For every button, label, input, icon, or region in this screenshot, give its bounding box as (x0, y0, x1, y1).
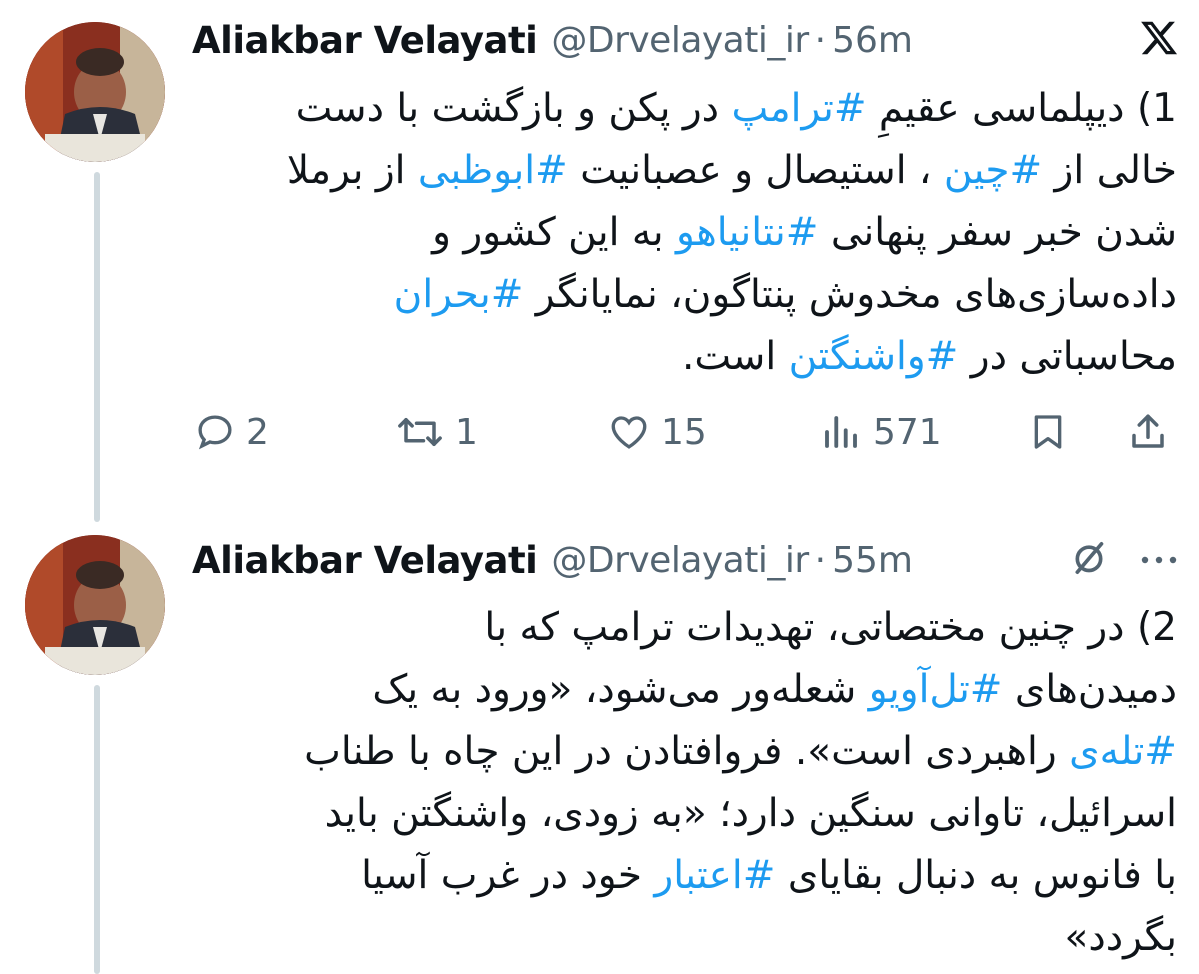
header-right (1069, 530, 1179, 590)
tweet-header: Aliakbar Velayati @Drvelayati_ir · 56m (192, 10, 1179, 70)
thread-connector-line (94, 172, 100, 522)
more-dots-icon[interactable] (1139, 551, 1179, 570)
text-segment: شدن خبر سفر پنهانی (818, 210, 1177, 255)
action-bar: 2 1 15 571 (192, 402, 1177, 462)
text-segment: خالی از (1042, 148, 1177, 193)
like-count: 15 (661, 411, 707, 453)
thread-connector-line-2 (94, 685, 100, 974)
share-upload-icon (1127, 410, 1169, 454)
text-segment: با فانوس به دنبال بقایای (775, 853, 1177, 898)
text-line: 1) دیپلماسی عقیمِ #ترامپ در پکن و بازگشت… (192, 78, 1177, 140)
text-line: با فانوس به دنبال بقایای #اعتبار خود در … (192, 845, 1177, 907)
view-count: 571 (873, 411, 942, 453)
share-button[interactable] (1127, 402, 1169, 462)
text-line: 2) در چنین مختصاتی، تهدیدات ترامپ که با (192, 597, 1177, 659)
text-segment: 1) دیپلماسی عقیمِ (866, 86, 1177, 131)
text-segment: ، استیصال و عصبانیت (567, 148, 944, 193)
hashtag-link[interactable]: #نتانیاهو (676, 210, 818, 255)
author-name[interactable]: Aliakbar Velayati (192, 19, 538, 62)
avatar-photo (25, 535, 165, 675)
text-segment: از برملا (286, 148, 418, 193)
author-handle[interactable]: @Drvelayati_ir (551, 20, 809, 61)
tweet-text: 2) در چنین مختصاتی، تهدیدات ترامپ که با د… (192, 597, 1177, 969)
tweet-header: Aliakbar Velayati @Drvelayati_ir · 55m (192, 530, 1179, 590)
text-segment: شعله‌ور می‌شود، «ورود به یک (372, 667, 869, 712)
author-handle[interactable]: @Drvelayati_ir (551, 540, 809, 581)
text-segment: است. (681, 334, 789, 379)
text-line: داده‌سازی‌های مخدوش پنتاگون، نمایانگر #ب… (192, 264, 1177, 326)
avatar[interactable] (25, 535, 165, 675)
hashtag-link[interactable]: #تله‌ی (1069, 729, 1177, 774)
repost-count: 1 (455, 411, 478, 453)
text-line: اسرائیل، تاوانی سنگین دارد؛ «به زودی، وا… (192, 783, 1177, 845)
repost-arrows-icon (395, 411, 445, 453)
hashtag-link[interactable]: #ترامپ (731, 86, 866, 131)
hashtag-link[interactable]: #ابوظبی (418, 148, 568, 193)
text-segment: راهبردی است». فروافتادن در این چاه با طن… (304, 729, 1070, 774)
separator-dot: · (814, 539, 827, 581)
text-segment: در پکن و بازگشت با دست (295, 86, 732, 131)
text-segment: محاسباتی در (958, 334, 1177, 379)
grok-slash-circle-icon[interactable] (1069, 538, 1109, 582)
timestamp[interactable]: 55m (832, 540, 913, 581)
text-segment: 2) در چنین مختصاتی، تهدیدات ترامپ که با (484, 605, 1177, 650)
reply-count: 2 (246, 411, 269, 453)
text-segment: اسرائیل، تاوانی سنگین دارد؛ «به زودی، وا… (324, 791, 1177, 836)
speech-bubble-icon (194, 411, 236, 453)
text-line: دمیدن‌های #تل‌آویو شعله‌ور می‌شود، «ورود… (192, 659, 1177, 721)
repost-button[interactable]: 1 (395, 402, 478, 462)
separator-dot: · (814, 19, 827, 61)
bar-chart-icon (819, 411, 863, 453)
text-line: #تله‌ی راهبردی است». فروافتادن در این چا… (192, 721, 1177, 783)
like-button[interactable]: 15 (607, 402, 707, 462)
heart-icon (607, 411, 651, 453)
avatar-photo (25, 22, 165, 162)
header-right (1139, 10, 1179, 70)
text-segment: دمیدن‌های (1002, 667, 1177, 712)
text-segment: داده‌سازی‌های مخدوش پنتاگون، نمایانگر (523, 272, 1177, 317)
hashtag-link[interactable]: #تل‌آویو (869, 667, 1003, 712)
text-line: بگردد» (192, 907, 1177, 969)
text-segment: به این کشور و (432, 210, 677, 255)
text-line: شدن خبر سفر پنهانی #نتانیاهو به این کشور… (192, 202, 1177, 264)
avatar[interactable] (25, 22, 165, 162)
text-segment: خود در غرب آسیا (361, 853, 655, 898)
hashtag-link[interactable]: #واشنگتن (789, 334, 959, 379)
timestamp[interactable]: 56m (832, 20, 913, 61)
reply-button[interactable]: 2 (194, 402, 269, 462)
text-line: خالی از #چین ، استیصال و عصبانیت #ابوظبی… (192, 140, 1177, 202)
x-logo-icon[interactable] (1139, 18, 1179, 62)
tweet-text: 1) دیپلماسی عقیمِ #ترامپ در پکن و بازگشت… (192, 78, 1177, 388)
hashtag-link[interactable]: #بحران (394, 272, 524, 317)
text-segment: بگردد» (1064, 915, 1177, 960)
bookmark-icon (1028, 410, 1068, 454)
views-button[interactable]: 571 (819, 402, 942, 462)
author-name[interactable]: Aliakbar Velayati (192, 539, 538, 582)
hashtag-link[interactable]: #اعتبار (654, 853, 775, 898)
text-line: محاسباتی در #واشنگتن است. (192, 326, 1177, 388)
bookmark-button[interactable] (1028, 402, 1068, 462)
hashtag-link[interactable]: #چین (944, 148, 1042, 193)
